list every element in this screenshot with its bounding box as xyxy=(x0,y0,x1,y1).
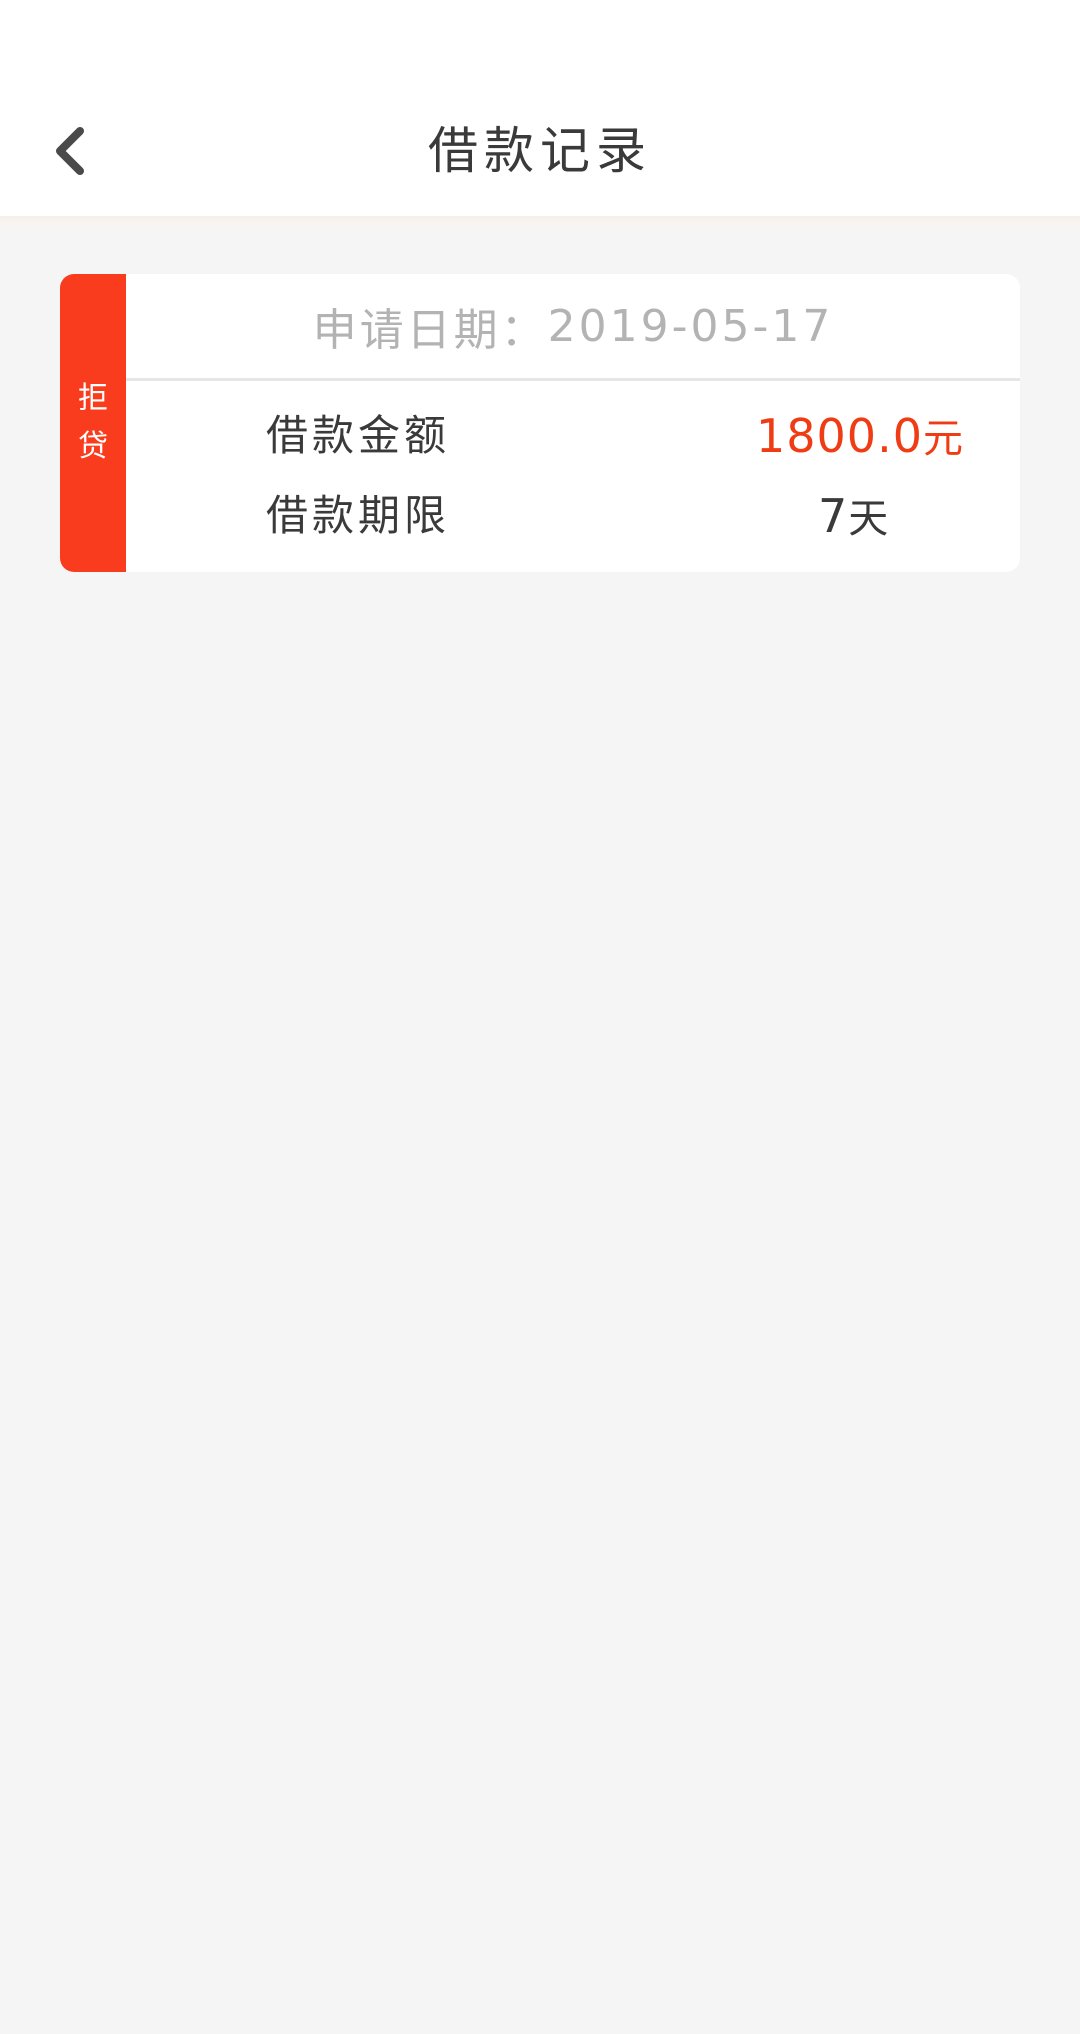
header-divider xyxy=(0,216,1080,230)
back-button[interactable] xyxy=(40,110,100,192)
loan-records-page: 借款记录 拒贷 申请日期： 2019-05-17 借款金额 1800.0元 借款… xyxy=(0,0,1080,2034)
application-date: 申请日期： 2019-05-17 xyxy=(126,274,1020,378)
loan-amount-value: 1800.0元 xyxy=(756,396,1056,476)
loan-term-value: 7天 xyxy=(818,476,1080,556)
loan-amount-unit: 元 xyxy=(922,416,963,462)
loan-amount-row: 借款金额 1800.0元 xyxy=(66,396,963,476)
chevron-left-icon xyxy=(56,127,84,175)
loan-term-row: 借款期限 7天 xyxy=(66,476,960,556)
loan-term-label: 借款期限 xyxy=(266,491,451,540)
page-title: 借款记录 xyxy=(428,122,652,180)
loan-term-unit: 天 xyxy=(848,496,889,542)
loan-amount-number: 1800.0 xyxy=(756,409,923,463)
status-bar xyxy=(0,0,1080,80)
date-label: 申请日期： xyxy=(312,305,548,356)
card-divider xyxy=(126,378,1020,381)
loan-term-number: 7 xyxy=(818,489,849,543)
date-value: 2019-05-17 xyxy=(547,300,834,352)
loan-amount-label: 借款金额 xyxy=(266,411,451,460)
